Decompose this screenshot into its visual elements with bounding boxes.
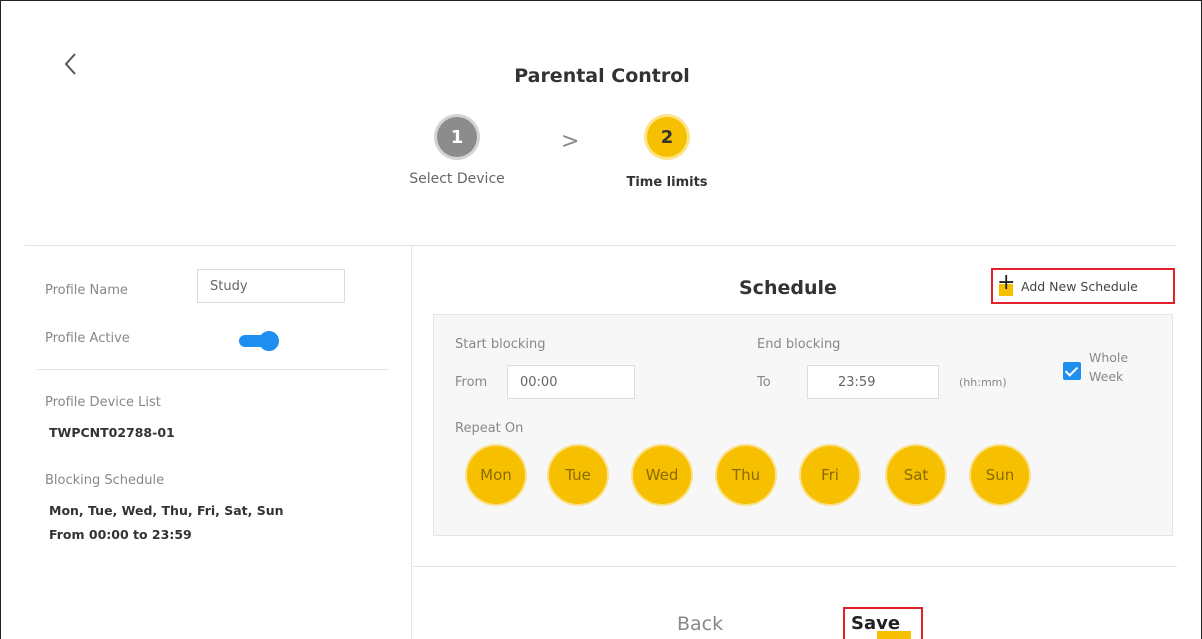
add-new-schedule-label: Add New Schedule [1021,278,1138,294]
profile-name-input[interactable]: Study [197,269,345,303]
day-fri-button[interactable]: Fri [801,446,859,504]
from-label: From [455,375,488,390]
end-blocking-label: End blocking [757,337,841,352]
step-time-limits: 2 Time limits [607,117,727,190]
page-title: Parental Control [514,65,690,87]
profile-active-toggle[interactable] [237,331,279,351]
plus-icon: + [997,270,1016,296]
step-select-device: 1 Select Device [387,117,527,187]
device-name: TWPCNT02788-01 [49,425,175,440]
toggle-knob [259,331,279,351]
day-sun-button[interactable]: Sun [971,446,1029,504]
save-button[interactable]: Save [843,607,923,639]
panel-divider [411,246,412,639]
left-separator [37,369,389,370]
device-list-label: Profile Device List [45,395,161,410]
step-2-label: Time limits [626,175,708,190]
day-tue-button[interactable]: Tue [549,446,607,504]
header-divider [25,245,1177,246]
step-1-circle: 1 [437,117,477,157]
step-2-circle: 2 [647,117,687,157]
profile-name-label: Profile Name [45,283,128,298]
schedule-title: Schedule [739,277,837,299]
day-wed-button[interactable]: Wed [633,446,691,504]
to-time-input[interactable]: 23:59 [807,365,939,399]
step-1-label: Select Device [409,171,505,187]
footer-divider [413,566,1177,567]
to-label: To [757,375,771,390]
blocking-schedule-label: Blocking Schedule [45,473,165,488]
day-mon-button[interactable]: Mon [467,446,525,504]
whole-week-label-1: Whole [1089,350,1129,365]
whole-week-checkbox[interactable] [1063,362,1081,380]
from-time-input[interactable]: 00:00 [507,365,635,399]
time-format-hint: (hh:mm) [959,376,1007,389]
step-separator: > [561,129,580,154]
profile-active-label: Profile Active [45,331,130,346]
repeat-on-label: Repeat On [455,421,524,436]
blocking-days: Mon, Tue, Wed, Thu, Fri, Sat, Sun [49,503,284,518]
whole-week-label-2: Week [1089,369,1124,384]
back-button[interactable]: Back [677,613,723,635]
app-frame: Parental Control 1 Select Device > 2 Tim… [0,0,1202,639]
add-new-schedule-button[interactable]: + Add New Schedule [991,268,1175,304]
day-sat-button[interactable]: Sat [887,446,945,504]
start-blocking-label: Start blocking [455,337,546,352]
blocking-time: From 00:00 to 23:59 [49,527,192,542]
day-thu-button[interactable]: Thu [717,446,775,504]
save-label: Save [851,613,901,634]
